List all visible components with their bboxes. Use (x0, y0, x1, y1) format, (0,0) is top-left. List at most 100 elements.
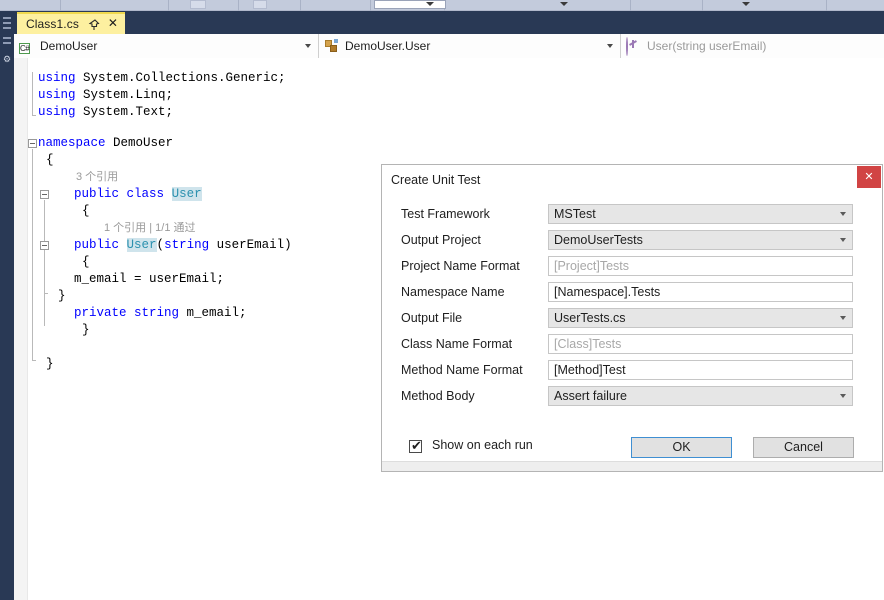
field-value: [Method]Test (554, 363, 626, 377)
form-label: Method Name Format (401, 363, 523, 377)
dialog-title: Create Unit Test (391, 173, 481, 187)
chevron-down-icon[interactable] (840, 238, 846, 242)
code-token: User (171, 187, 202, 201)
form-label: Test Framework (401, 207, 490, 221)
code-token: using (38, 88, 76, 102)
code-token: } (46, 357, 54, 371)
code-line: namespace DemoUser (28, 135, 173, 152)
code-token: userEmail) (209, 238, 292, 252)
field-value: UserTests.cs (554, 311, 626, 325)
code-token: namespace (38, 136, 106, 150)
toolbar-config-combo[interactable] (374, 0, 446, 9)
field-value: Assert failure (554, 389, 627, 403)
code-token: User (126, 238, 157, 252)
toolbar-icon-button[interactable] (253, 0, 267, 9)
document-tab-strip: Class1.cs ✕ (14, 11, 884, 34)
code-token: public (74, 187, 120, 201)
code-line: } (28, 288, 66, 305)
navbar-type-combo[interactable]: DemoUser.User (319, 34, 621, 58)
code-line: public class User (28, 186, 202, 203)
left-tool-rail[interactable]: ⚙ (0, 11, 14, 600)
field-value: DemoUserTests (554, 233, 643, 247)
navbar-project-label: DemoUser (40, 39, 98, 53)
navbar-project-combo[interactable]: C# DemoUser (14, 34, 319, 58)
code-line: { (28, 254, 90, 271)
navbar-member-combo[interactable]: User(string userEmail) (621, 34, 884, 58)
code-token: string (134, 306, 180, 320)
codelens-indicator[interactable]: 1 个引用 | 1/1 通过 (28, 220, 196, 237)
toolbar-icon-button[interactable] (190, 0, 206, 9)
code-token: System.Linq; (75, 88, 174, 102)
code-token: } (82, 323, 90, 337)
field-placeholder: [Project]Tests (554, 259, 630, 273)
code-token: string (164, 238, 210, 252)
code-line: m_email = userEmail; (28, 271, 224, 288)
chevron-down-icon[interactable] (305, 44, 311, 48)
code-line: { (28, 152, 54, 169)
code-line: using System.Linq; (28, 87, 173, 104)
document-tab-class1[interactable]: Class1.cs ✕ (17, 12, 125, 34)
code-token: ( (156, 238, 165, 252)
dialog-form: Test Framework MSTest Output Project DemoUs… (382, 201, 884, 409)
input-class-name-format[interactable]: [Class]Tests (548, 334, 853, 354)
class-icon (324, 38, 340, 54)
form-row: Method Body Assert failure (382, 383, 884, 409)
code-token: class (126, 187, 165, 201)
code-token: m_email; (179, 306, 247, 320)
check-icon: ✔ (411, 439, 422, 454)
pin-icon[interactable] (88, 18, 100, 30)
ide-shell: ⚙ Class1.cs ✕ C# DemoUser DemoUser.User … (0, 11, 884, 600)
input-namespace-name[interactable]: [Namespace].Tests (548, 282, 853, 302)
form-row: Output File UserTests.cs (382, 305, 884, 331)
code-token: System.Text; (75, 105, 174, 119)
method-icon (626, 37, 642, 56)
form-label: Project Name Format (401, 259, 520, 273)
form-label: Namespace Name (401, 285, 505, 299)
form-row: Namespace Name [Namespace].Tests (382, 279, 884, 305)
code-line: private string m_email; (28, 305, 247, 322)
form-label: Output File (401, 311, 463, 325)
combo-test-framework[interactable]: MSTest (548, 204, 853, 224)
close-icon[interactable]: ✕ (107, 17, 119, 30)
code-token: { (82, 204, 90, 218)
server-explorer-icon[interactable]: ⚙ (2, 53, 12, 65)
show-on-each-run-checkbox[interactable]: ✔ (409, 439, 422, 454)
code-token: public (74, 238, 120, 252)
chevron-down-icon[interactable] (840, 212, 846, 216)
code-token: } (58, 289, 66, 303)
close-icon[interactable]: ✕ (857, 166, 881, 188)
chevron-down-icon[interactable] (607, 44, 613, 48)
csharp-file-icon: C# (19, 43, 31, 54)
document-tab-label: Class1.cs (26, 17, 79, 31)
form-label: Method Body (401, 389, 475, 403)
combo-output-file[interactable]: UserTests.cs (548, 308, 853, 328)
toolbar-strip-partial (0, 0, 884, 11)
ok-button[interactable]: OK (631, 437, 732, 458)
code-line: public User(string userEmail) (28, 237, 292, 254)
code-token: DemoUser (105, 136, 174, 150)
input-method-name-format[interactable]: [Method]Test (548, 360, 853, 380)
field-value: [Namespace].Tests (554, 285, 661, 299)
form-label: Output Project (401, 233, 481, 247)
code-line: using System.Collections.Generic; (28, 70, 286, 87)
chevron-down-icon[interactable] (840, 394, 846, 398)
form-row: Project Name Format [Project]Tests (382, 253, 884, 279)
codelens-indicator[interactable]: 3 个引用 (28, 169, 118, 186)
code-token: { (82, 255, 90, 269)
combo-output-project[interactable]: DemoUserTests (548, 230, 853, 250)
code-line: using System.Text; (28, 104, 173, 121)
code-token: { (46, 153, 54, 167)
combo-method-body[interactable]: Assert failure (548, 386, 853, 406)
chevron-down-icon[interactable] (840, 316, 846, 320)
navbar-type-label: DemoUser.User (345, 39, 431, 53)
input-project-name-format[interactable]: [Project]Tests (548, 256, 853, 276)
cancel-button[interactable]: Cancel (753, 437, 854, 458)
code-token: using (38, 105, 76, 119)
editor-gutter (14, 58, 28, 600)
code-token: m_email = userEmail; (74, 272, 225, 286)
dialog-footer-strip (382, 461, 882, 471)
